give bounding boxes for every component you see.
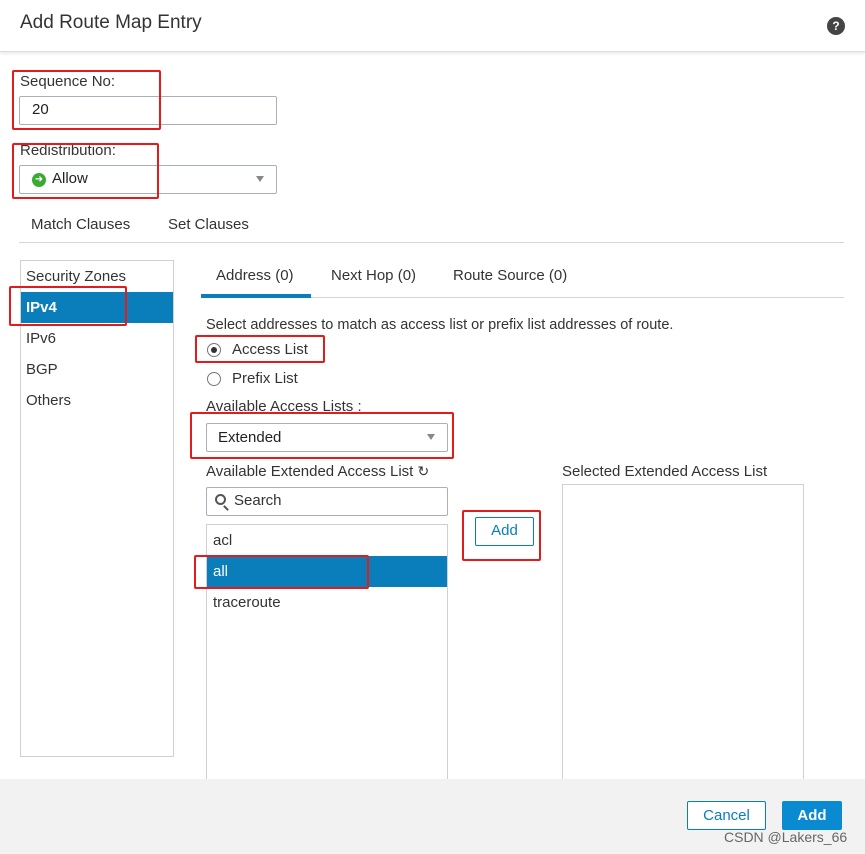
available-extended-label: Available Extended Access List ↻ [206, 463, 429, 480]
help-icon[interactable]: ? [827, 17, 845, 35]
clause-category-list: Security Zones IPv4 IPv6 BGP Others [20, 260, 174, 757]
chevron-down-icon [256, 176, 264, 182]
tab-route-source[interactable]: Route Source (0) [453, 267, 567, 284]
access-list-radio-label[interactable]: Access List [232, 341, 308, 358]
refresh-icon[interactable]: ↻ [418, 463, 430, 479]
list-item-traceroute[interactable]: traceroute [207, 587, 447, 618]
allow-icon: ➜ [32, 173, 46, 187]
watermark: CSDN @Lakers_66 [724, 829, 848, 845]
address-description: Select addresses to match as access list… [206, 317, 674, 333]
available-extended-label-text: Available Extended Access List [206, 463, 414, 480]
cancel-button[interactable]: Cancel [687, 801, 766, 830]
dialog-title: Add Route Map Entry [20, 12, 202, 33]
available-access-lists-label: Available Access Lists : [206, 398, 362, 415]
nav-item-bgp[interactable]: BGP [21, 354, 173, 385]
add-button[interactable]: Add [782, 801, 842, 830]
selected-extended-list [562, 484, 804, 790]
list-item-acl[interactable]: acl [207, 525, 447, 556]
available-access-lists-value: Extended [218, 429, 282, 446]
sequence-input[interactable]: 20 [19, 96, 277, 125]
redistribution-value: Allow [52, 170, 88, 187]
add-to-selected-button[interactable]: Add [475, 517, 534, 546]
search-icon [215, 494, 226, 505]
clause-tabs-divider [19, 242, 844, 243]
nav-item-ipv6[interactable]: IPv6 [21, 323, 173, 354]
list-item-all[interactable]: all [207, 556, 447, 587]
available-access-lists-select[interactable]: Extended [206, 423, 448, 452]
redistribution-label: Redistribution: [20, 142, 116, 159]
search-input[interactable]: Search [206, 487, 448, 516]
tab-next-hop[interactable]: Next Hop (0) [331, 267, 416, 284]
tab-match-clauses[interactable]: Match Clauses [31, 216, 130, 233]
chevron-down-icon [427, 434, 435, 440]
sub-tabs-divider [311, 297, 844, 298]
available-extended-list: acl all traceroute [206, 524, 448, 790]
sequence-label: Sequence No: [20, 73, 116, 90]
tab-set-clauses[interactable]: Set Clauses [168, 216, 249, 233]
active-tab-indicator [201, 294, 311, 298]
prefix-list-radio[interactable] [207, 372, 221, 386]
selected-extended-label: Selected Extended Access List [562, 463, 768, 480]
tab-address[interactable]: Address (0) [216, 267, 294, 284]
access-list-radio[interactable] [207, 343, 221, 357]
nav-item-others[interactable]: Others [21, 385, 173, 416]
nav-item-security-zones[interactable]: Security Zones [21, 261, 173, 292]
nav-item-ipv4[interactable]: IPv4 [21, 292, 173, 323]
prefix-list-radio-label[interactable]: Prefix List [232, 370, 298, 387]
search-placeholder: Search [234, 492, 282, 509]
redistribution-select[interactable]: ➜ Allow [19, 165, 277, 194]
